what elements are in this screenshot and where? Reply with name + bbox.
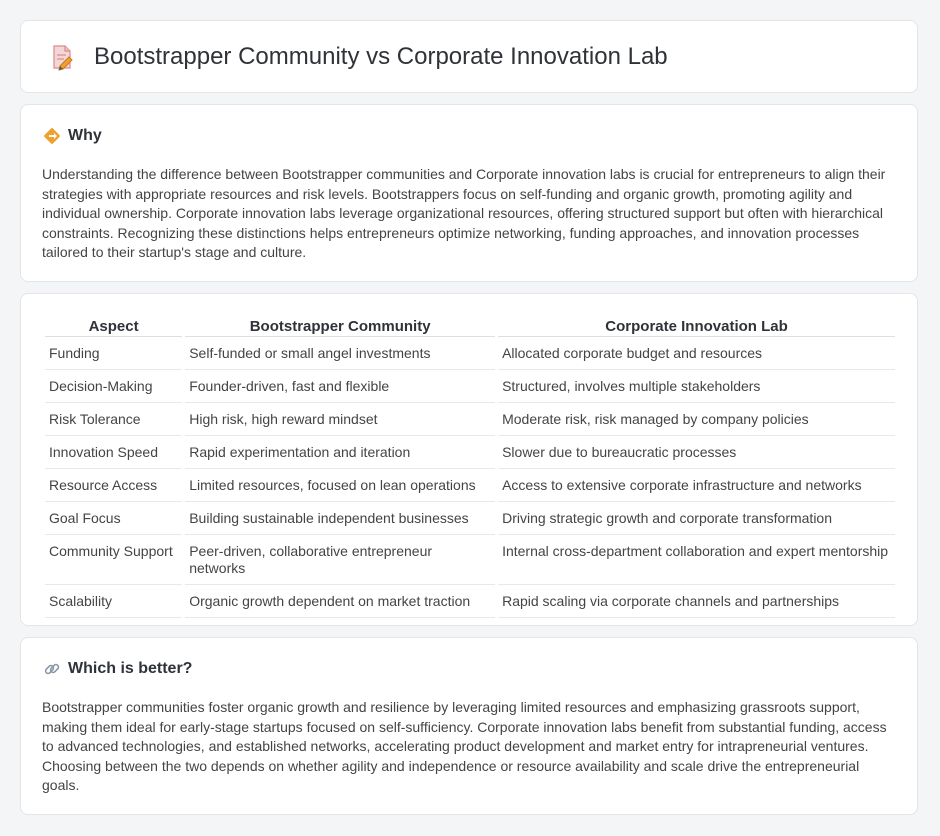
cell-aspect: Decision-Making [45, 370, 183, 403]
cell-aspect: Risk Tolerance [45, 403, 183, 436]
which-better-heading: Which is better? [68, 660, 193, 677]
cell-bootstrapper: Founder-driven, fast and flexible [185, 370, 496, 403]
cell-bootstrapper: High risk, high reward mindset [185, 403, 496, 436]
which-better-body: Bootstrapper communities foster organic … [42, 699, 887, 793]
which-better-section: Which is better? Bootstrapper communitie… [20, 637, 918, 815]
cell-corporate: Moderate risk, risk managed by company p… [498, 403, 895, 436]
cell-corporate: Structured, involves multiple stakeholde… [498, 370, 895, 403]
cell-bootstrapper: Peer-driven, collaborative entrepreneur … [185, 535, 496, 585]
why-body: Understanding the difference between Boo… [42, 166, 886, 260]
cell-bootstrapper: Self-funded or small angel investments [185, 337, 496, 370]
table-row: Innovation Speed Rapid experimentation a… [45, 436, 895, 469]
title-card: Bootstrapper Community vs Corporate Inno… [20, 20, 918, 93]
link-icon [43, 660, 61, 678]
cell-aspect: Funding [45, 337, 183, 370]
cell-corporate: Access to extensive corporate infrastruc… [498, 469, 895, 502]
cell-aspect: Community Support [45, 535, 183, 585]
cell-bootstrapper: Building sustainable independent busines… [185, 502, 496, 535]
cell-corporate: Driving strategic growth and corporate t… [498, 502, 895, 535]
cell-corporate: Rapid scaling via corporate channels and… [498, 585, 895, 618]
cell-corporate: Slower due to bureaucratic processes [498, 436, 895, 469]
cell-bootstrapper: Limited resources, focused on lean opera… [185, 469, 496, 502]
cell-aspect: Goal Focus [45, 502, 183, 535]
table-row: Risk Tolerance High risk, high reward mi… [45, 403, 895, 436]
cell-aspect: Resource Access [45, 469, 183, 502]
table-row: Scalability Organic growth dependent on … [45, 585, 895, 618]
header-bootstrapper: Bootstrapper Community [185, 316, 496, 337]
why-section: Why Understanding the difference between… [20, 104, 918, 282]
document-pencil-icon [47, 42, 77, 72]
table-row: Resource Access Limited resources, focus… [45, 469, 895, 502]
page-title: Bootstrapper Community vs Corporate Inno… [94, 42, 668, 70]
cell-bootstrapper: Organic growth dependent on market tract… [185, 585, 496, 618]
comparison-card: Aspect Bootstrapper Community Corporate … [20, 293, 918, 626]
why-heading: Why [68, 127, 102, 144]
header-aspect: Aspect [45, 316, 183, 337]
table-row: Decision-Making Founder-driven, fast and… [45, 370, 895, 403]
cell-corporate: Internal cross-department collaboration … [498, 535, 895, 585]
table-row: Community Support Peer-driven, collabora… [45, 535, 895, 585]
cell-corporate: Allocated corporate budget and resources [498, 337, 895, 370]
cell-aspect: Innovation Speed [45, 436, 183, 469]
cell-bootstrapper: Rapid experimentation and iteration [185, 436, 496, 469]
table-header-row: Aspect Bootstrapper Community Corporate … [45, 316, 895, 337]
diamond-arrow-icon [43, 127, 61, 145]
header-corporate: Corporate Innovation Lab [498, 316, 895, 337]
table-row: Goal Focus Building sustainable independ… [45, 502, 895, 535]
comparison-table: Aspect Bootstrapper Community Corporate … [42, 316, 898, 618]
cell-aspect: Scalability [45, 585, 183, 618]
table-row: Funding Self-funded or small angel inves… [45, 337, 895, 370]
